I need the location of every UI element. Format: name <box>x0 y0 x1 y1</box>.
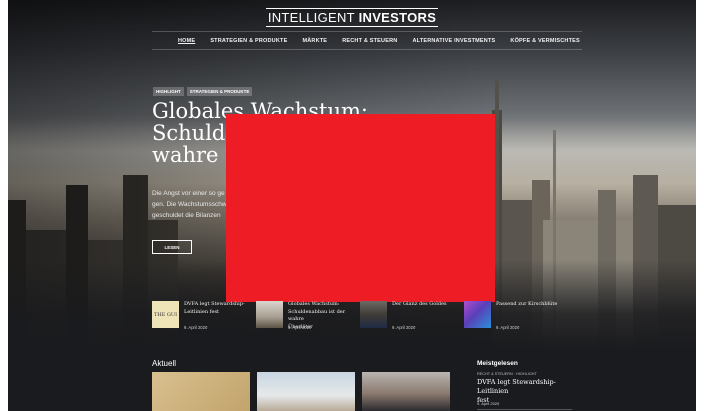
section-title-aktuell: Aktuell <box>152 359 177 368</box>
card-title-line: Leitlinien fest <box>184 308 220 315</box>
card-dvfa[interactable]: THE GUI DVFA legt Stewardship- Leitlinie… <box>152 301 256 333</box>
nav-item-recht-steuern[interactable]: RECHT & STEUERN <box>342 38 397 44</box>
nav-item-strategien-produkte[interactable]: STRATEGIEN & PRODUKTE <box>210 38 287 44</box>
card-thumbnail-portrait <box>360 301 387 328</box>
card-date: 9. April 2020 <box>288 325 312 330</box>
hero-tags: HIGHLIGHT STRATEGIEN & PRODUKTE <box>153 87 253 96</box>
tag-highlight[interactable]: HIGHLIGHT <box>153 87 184 96</box>
aktuell-thumbnail-3[interactable] <box>362 372 450 411</box>
card-date: 9. April 2020 <box>496 325 520 330</box>
card-title: Der Glanz des Goldes <box>392 301 464 309</box>
section-title-meistgelesen: Meistgelesen <box>477 360 518 367</box>
card-title-line: Passend zur Kirschblüte <box>496 301 558 307</box>
card-title-line: Schuldenabbau ist der wahre <box>288 308 346 323</box>
card-title: Passend zur Kirschblüte <box>496 301 568 309</box>
red-overlay-block <box>226 114 495 302</box>
divider <box>477 409 572 410</box>
card-date: 9. April 2020 <box>392 325 416 330</box>
website-frame: INTELLIGENT INVESTORS HOME STRATEGIEN & … <box>8 0 696 411</box>
nav-item-koepfe-vermischtes[interactable]: KÖPFE & VERMISCHTES <box>510 38 580 44</box>
card-title-line: Globales Wachstum: <box>288 301 340 307</box>
card-title-line: Der Glanz des Goldes <box>392 301 447 307</box>
card-glanz-des-goldes[interactable]: Der Glanz des Goldes 9. April 2020 <box>360 301 464 333</box>
aktuell-thumbnail-1[interactable] <box>152 372 250 411</box>
meistgelesen-date: 9. April 2020 <box>477 401 500 406</box>
featured-cards-row: THE GUI DVFA legt Stewardship- Leitlinie… <box>152 301 582 333</box>
card-globales-wachstum[interactable]: Globales Wachstum: Schuldenabbau ist der… <box>256 301 360 333</box>
nav-item-alternative-investments[interactable]: ALTERNATIVE INVESTMENTS <box>412 38 495 44</box>
card-kirschbluete[interactable]: Passend zur Kirschblüte 9. April 2020 <box>464 301 568 333</box>
card-title: DVFA legt Stewardship- Leitlinien fest <box>184 301 256 316</box>
nav-item-maerkte[interactable]: MÄRKTE <box>302 38 327 44</box>
read-more-button[interactable]: LESEN <box>152 240 192 254</box>
logo-text-light: INTELLIGENT <box>267 10 359 25</box>
card-thumbnail-abstract <box>464 301 491 328</box>
meistgelesen-headline-line: DVFA legt Stewardship-Leitlinien <box>477 378 556 395</box>
card-title-line: DVFA legt Stewardship- <box>184 301 245 307</box>
thumb-text: THE GUI <box>153 311 178 318</box>
main-navigation: HOME STRATEGIEN & PRODUKTE MÄRKTE RECHT … <box>152 31 582 50</box>
meistgelesen-tags[interactable]: RECHT & STEUERN · HIGHLIGHT <box>477 372 537 376</box>
tag-strategien-produkte[interactable]: STRATEGIEN & PRODUKTE <box>186 87 253 96</box>
card-thumbnail-city <box>256 301 283 328</box>
card-date: 9. April 2020 <box>184 325 208 330</box>
nav-item-home[interactable]: HOME <box>178 38 195 44</box>
logo-text-bold: INVESTORS <box>358 10 437 25</box>
aktuell-thumbnail-2[interactable] <box>257 372 355 411</box>
site-logo[interactable]: INTELLIGENT INVESTORS <box>8 8 696 27</box>
card-thumbnail-book: THE GUI <box>152 301 179 328</box>
